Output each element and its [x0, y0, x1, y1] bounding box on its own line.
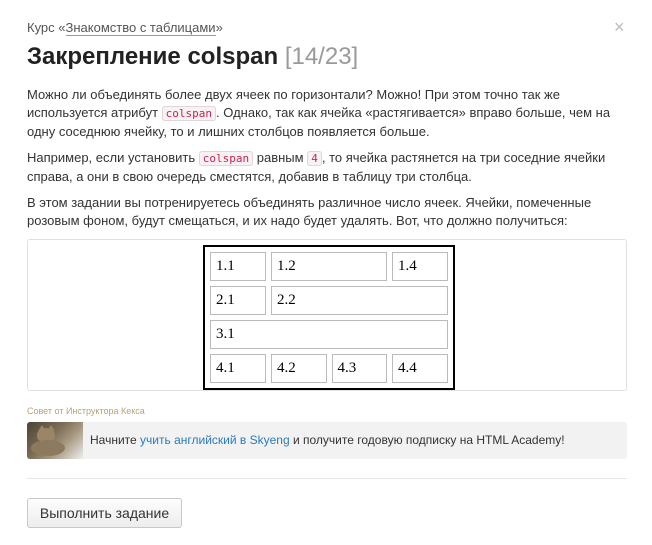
table-row: 3.1	[210, 320, 448, 349]
table-cell: 1.4	[392, 252, 448, 281]
table-cell: 1.2	[271, 252, 387, 281]
task-progress: [14/23]	[284, 43, 359, 70]
course-breadcrumb: Курс «Знакомство с таблицами»	[27, 20, 223, 36]
skyeng-link[interactable]: учить английский в Skyeng	[140, 433, 290, 447]
table-cell: 4.1	[210, 354, 266, 383]
p2-text-b: равным	[256, 150, 304, 165]
code-value: 4	[307, 151, 322, 166]
table-row: 1.1 1.2 1.4	[210, 252, 448, 281]
course-suffix: »	[215, 20, 223, 35]
table-row: 2.1 2.2	[210, 286, 448, 315]
table-cell: 1.1	[210, 252, 266, 281]
preview-table: 1.1 1.2 1.4 2.1 2.2 3.1 4.1 4.2 4.3 4.4	[203, 245, 455, 390]
submit-task-button[interactable]: Выполнить задание	[27, 498, 182, 528]
page-title: Закрепление colspan [14/23]	[27, 43, 358, 71]
instructor-tip: Начните учить английский в Skyeng и полу…	[27, 422, 627, 459]
instructor-cat-avatar	[27, 422, 83, 459]
close-icon[interactable]: ×	[614, 18, 625, 36]
result-preview: 1.1 1.2 1.4 2.1 2.2 3.1 4.1 4.2 4.3 4.4	[27, 239, 627, 391]
tip-label: Совет от Инструктора Кекса	[27, 406, 145, 416]
tip-text-a: Начните	[90, 433, 137, 447]
course-prefix: Курс «	[27, 20, 66, 35]
course-link[interactable]: Знакомство с таблицами	[65, 20, 216, 36]
p2-text-a: Например, если установить	[27, 150, 196, 165]
table-cell: 2.2	[271, 286, 448, 315]
paragraph-3: В этом задании вы потренируетесь объедин…	[27, 195, 592, 228]
table-cell: 3.1	[210, 320, 448, 349]
code-colspan: colspan	[161, 106, 217, 121]
table-cell: 4.2	[271, 354, 327, 383]
table-cell: 4.3	[331, 354, 387, 383]
table-row: 4.1 4.2 4.3 4.4	[210, 354, 448, 383]
table-cell: 4.4	[392, 354, 448, 383]
tip-text: Начните учить английский в Skyeng и полу…	[90, 433, 565, 447]
tip-text-b: и получите годовую подписку на HTML Acad…	[292, 433, 565, 447]
code-colspan: colspan	[198, 151, 254, 166]
paragraph-2: Например, если установить colspan равным…	[27, 149, 627, 186]
paragraph-1: Можно ли объединять более двух ячеек по …	[27, 86, 627, 141]
table-cell: 2.1	[210, 286, 266, 315]
title-text: Закрепление colspan	[27, 43, 279, 70]
divider	[27, 478, 627, 479]
